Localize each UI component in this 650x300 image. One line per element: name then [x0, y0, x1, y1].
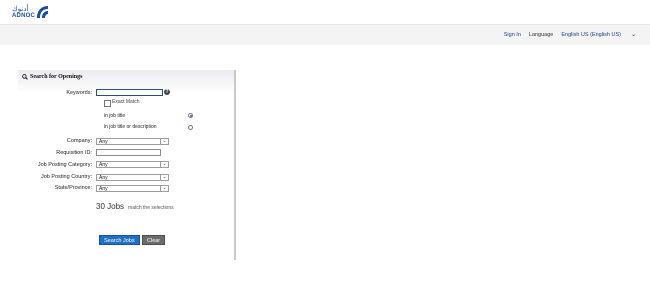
- chevron-down-icon: ⌄: [160, 139, 168, 144]
- logo-mark-icon: [37, 6, 48, 18]
- exact-match-checkbox[interactable]: [104, 100, 111, 107]
- country-select-value: Any: [99, 175, 108, 181]
- chevron-down-icon[interactable]: ⌄: [631, 31, 636, 38]
- category-select[interactable]: Any ⌄: [96, 161, 169, 168]
- radio-job-title[interactable]: [188, 113, 193, 118]
- company-select[interactable]: Any ⌄: [96, 138, 169, 145]
- language-selector[interactable]: English US (English US): [561, 32, 621, 38]
- category-select-value: Any: [99, 162, 108, 168]
- clear-button[interactable]: Clear: [142, 235, 166, 245]
- option-title-description-label: in job title or description: [104, 124, 157, 130]
- company-select-value: Any: [99, 139, 108, 145]
- option-job-title-label: in job title: [104, 113, 126, 119]
- radio-title-description[interactable]: [188, 125, 193, 130]
- search-icon: [22, 74, 28, 80]
- result-count: 30 Jobs match the selections: [96, 202, 174, 211]
- chevron-down-icon: ⌄: [160, 175, 168, 180]
- exact-match-label: Exact Match: [112, 99, 140, 105]
- state-select[interactable]: Any ⌄: [96, 185, 169, 192]
- country-label: Job Posting Country:: [40, 174, 92, 180]
- search-jobs-button[interactable]: Search Jobs: [99, 235, 140, 245]
- requisition-label: Requisition ID:: [56, 150, 92, 156]
- keywords-label: Keywords:: [66, 90, 92, 96]
- panel-title-text: Search for Openings: [30, 74, 83, 80]
- category-label: Job Posting Category:: [37, 162, 92, 168]
- help-icon[interactable]: ?: [164, 89, 170, 95]
- country-select[interactable]: Any ⌄: [96, 174, 169, 181]
- chevron-down-icon: ⌄: [160, 162, 168, 167]
- keywords-input[interactable]: [96, 89, 163, 96]
- adnoc-logo: أدنوك ADNOC: [6, 2, 48, 22]
- result-count-number: 30 Jobs: [96, 202, 125, 211]
- state-select-value: Any: [99, 186, 108, 192]
- state-label: State/Province:: [54, 185, 92, 191]
- language-label: Language: [528, 31, 554, 38]
- sign-in-link[interactable]: Sign In: [504, 32, 521, 38]
- company-label: Company:: [66, 138, 92, 144]
- logo-brand-text: ADNOC: [12, 13, 35, 19]
- requisition-input[interactable]: [96, 149, 161, 156]
- panel-title: Search for Openings: [22, 74, 82, 80]
- result-count-text: match the selections: [128, 205, 174, 211]
- logo-arabic-text: أدنوك: [12, 6, 29, 13]
- chevron-down-icon: ⌄: [160, 186, 168, 191]
- search-panel: Search for Openings Keywords: ? Exact Ma…: [18, 70, 236, 260]
- top-navigation-bar: Sign In Language English US (English US)…: [0, 24, 650, 45]
